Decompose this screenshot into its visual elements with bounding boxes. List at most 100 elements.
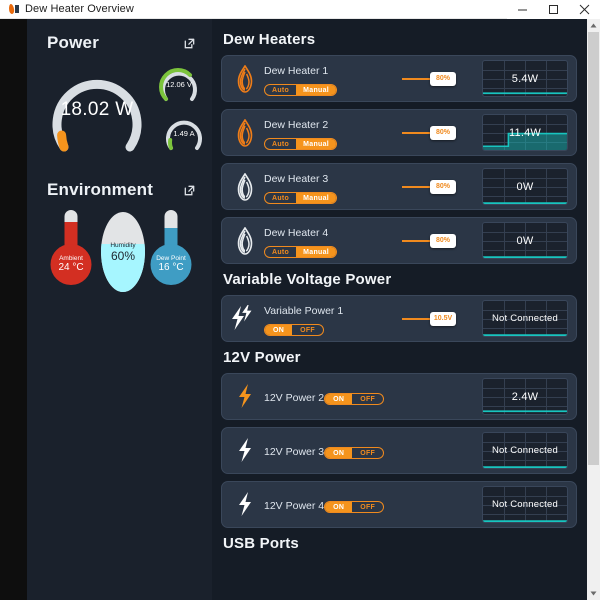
mode-option-off[interactable]: OFF xyxy=(352,448,383,458)
mode-option-auto[interactable]: Auto xyxy=(265,85,296,95)
device-card: 12V Power 2 ON OFF 2.4W xyxy=(221,373,577,420)
mode-option-auto[interactable]: Auto xyxy=(265,193,296,203)
device-mini-chart[interactable]: Not Connected xyxy=(482,432,568,469)
device-mini-chart[interactable]: 11.4W xyxy=(482,114,568,151)
device-info: Dew Heater 4 Auto Manual xyxy=(262,223,390,259)
device-card: 12V Power 4 ON OFF Not Connected xyxy=(221,481,577,528)
right-content-area: Dew Heaters Dew Heater 1 Auto Manual 80% 5.4W… xyxy=(212,19,600,600)
mode-option-manual[interactable]: Manual xyxy=(296,85,337,95)
mode-option-on[interactable]: ON xyxy=(325,394,353,404)
ambient-value: 24 °C xyxy=(58,261,84,273)
device-info: Dew Heater 2 Auto Manual xyxy=(262,115,390,151)
bolt-icon xyxy=(228,383,262,410)
slider-handle[interactable]: 80% xyxy=(430,233,456,248)
app-flame-icon xyxy=(8,3,20,15)
device-info: 12V Power 3 ON OFF xyxy=(262,442,390,460)
mode-toggle[interactable]: ON OFF xyxy=(324,447,385,459)
mode-option-off[interactable]: OFF xyxy=(352,502,383,512)
dewpoint-value: 16 °C xyxy=(158,261,184,273)
environment-figures: Ambient 24 °C Humidity 60% Dew Point 16 … xyxy=(27,206,212,310)
mode-toggle[interactable]: Auto Manual xyxy=(264,246,338,258)
mode-option-manual[interactable]: Manual xyxy=(296,139,337,149)
device-chart-value: 2.4W xyxy=(511,390,539,403)
level-slider[interactable]: 80% xyxy=(394,177,478,197)
flame-icon xyxy=(228,118,262,147)
device-chart-value: 0W xyxy=(516,234,534,247)
device-mini-chart[interactable]: Not Connected xyxy=(482,300,568,337)
environment-panel: Environment Ambient 24 °C Humidity 60% D… xyxy=(27,180,212,310)
device-mini-chart[interactable]: Not Connected xyxy=(482,486,568,523)
device-info: Dew Heater 3 Auto Manual xyxy=(262,169,390,205)
flame-icon xyxy=(228,64,262,93)
maximize-button[interactable] xyxy=(538,0,569,19)
minimize-button[interactable] xyxy=(507,0,538,19)
mode-toggle[interactable]: ON OFF xyxy=(324,393,385,405)
device-name: Dew Heater 1 xyxy=(264,64,329,77)
device-info: Dew Heater 1 Auto Manual xyxy=(262,61,390,97)
level-slider[interactable]: 80% xyxy=(394,231,478,251)
device-card: Dew Heater 1 Auto Manual 80% 5.4W xyxy=(221,55,577,102)
mode-option-manual[interactable]: Manual xyxy=(296,247,337,257)
environment-panel-header: Environment xyxy=(27,180,212,200)
mode-toggle[interactable]: ON OFF xyxy=(324,501,385,513)
slider-handle[interactable]: 80% xyxy=(430,71,456,86)
vertical-scrollbar[interactable] xyxy=(587,19,600,600)
humidity-label: Humidity xyxy=(110,241,136,249)
mode-option-on[interactable]: ON xyxy=(325,448,353,458)
mode-toggle[interactable]: ON OFF xyxy=(264,324,325,336)
slider-handle[interactable]: 80% xyxy=(430,125,456,140)
section-title-variable-voltage-power: Variable Voltage Power xyxy=(223,271,392,288)
window-titlebar: Dew Heater Overview xyxy=(0,0,600,19)
flame-icon xyxy=(228,172,262,201)
device-name: Dew Heater 2 xyxy=(264,118,329,131)
mode-option-off[interactable]: OFF xyxy=(352,394,383,404)
device-chart-value: 11.4W xyxy=(509,126,541,139)
mode-option-manual[interactable]: Manual xyxy=(296,193,337,203)
device-name: 12V Power 4 xyxy=(264,499,325,512)
external-link-icon[interactable] xyxy=(183,37,196,50)
device-info: Variable Power 1 ON OFF xyxy=(262,301,390,337)
section-title-twelve-volt-power: 12V Power xyxy=(223,349,301,366)
scrollbar-trough[interactable] xyxy=(587,32,600,587)
mode-option-off[interactable]: OFF xyxy=(292,325,323,335)
device-mini-chart[interactable]: 0W xyxy=(482,168,568,205)
slider-handle[interactable]: 80% xyxy=(430,179,456,194)
level-slider[interactable]: 80% xyxy=(394,69,478,89)
power-panel-header: Power xyxy=(27,33,212,53)
device-mini-chart[interactable]: 0W xyxy=(482,222,568,259)
scroll-down-arrow-icon[interactable] xyxy=(587,587,600,600)
device-card: Dew Heater 4 Auto Manual 80% 0W xyxy=(221,217,577,264)
device-mini-chart[interactable]: 2.4W xyxy=(482,378,568,415)
scrollable-device-list: Dew Heaters Dew Heater 1 Auto Manual 80% 5.4W… xyxy=(212,19,587,600)
mode-option-on[interactable]: ON xyxy=(265,325,293,335)
mode-option-on[interactable]: ON xyxy=(325,502,353,512)
window-controls xyxy=(507,0,600,19)
left-panel: Power 18.02 W 12.06 V 1.49 A Environment… xyxy=(27,19,212,600)
close-button[interactable] xyxy=(569,0,600,19)
window-title: Dew Heater Overview xyxy=(25,3,134,15)
mode-toggle[interactable]: Auto Manual xyxy=(264,192,338,204)
bolt-icon xyxy=(228,437,262,464)
slider-handle[interactable]: 10.5V xyxy=(430,311,456,326)
power-panel-title: Power xyxy=(47,33,100,52)
device-mini-chart[interactable]: 5.4W xyxy=(482,60,568,97)
environment-panel-title: Environment xyxy=(47,180,154,199)
device-card: Variable Power 1 ON OFF 10.5V Not Connected xyxy=(221,295,577,342)
device-card: Dew Heater 3 Auto Manual 80% 0W xyxy=(221,163,577,210)
bolt-icon xyxy=(228,491,262,518)
double-bolt-icon xyxy=(228,305,262,332)
level-slider[interactable]: 10.5V xyxy=(394,309,478,329)
scroll-up-arrow-icon[interactable] xyxy=(587,19,600,32)
device-info: 12V Power 4 ON OFF xyxy=(262,496,390,514)
mode-toggle[interactable]: Auto Manual xyxy=(264,138,338,150)
scrollbar-thumb[interactable] xyxy=(588,32,599,465)
current-gauge xyxy=(166,120,202,150)
device-name: Dew Heater 4 xyxy=(264,226,329,239)
level-slider[interactable]: 80% xyxy=(394,123,478,143)
external-link-icon[interactable] xyxy=(183,184,196,197)
mode-toggle[interactable]: Auto Manual xyxy=(264,84,338,96)
mode-option-auto[interactable]: Auto xyxy=(265,247,296,257)
mode-option-auto[interactable]: Auto xyxy=(265,139,296,149)
device-name: Dew Heater 3 xyxy=(264,172,329,185)
device-chart-value: 0W xyxy=(516,180,534,193)
